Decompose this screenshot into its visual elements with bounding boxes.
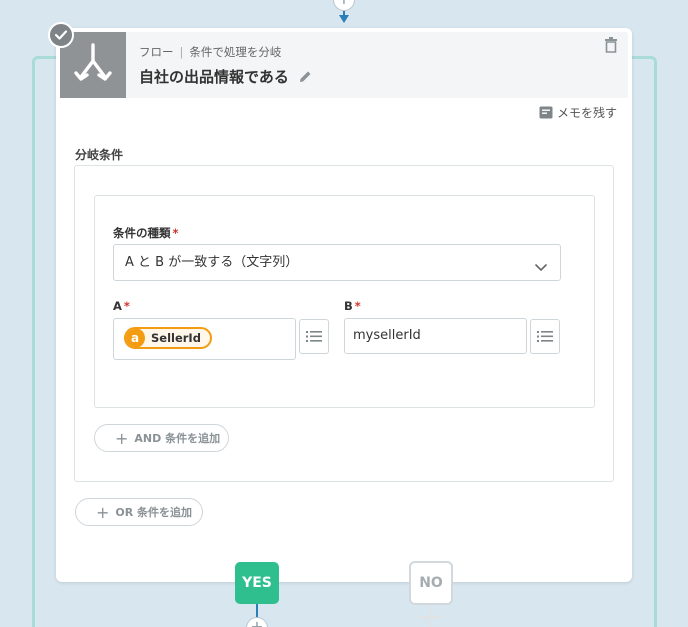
branch-condition-section-label: 分岐条件 xyxy=(75,148,124,162)
add-and-condition-button[interactable]: + AND 条件を追加 xyxy=(94,424,229,452)
no-branch-node[interactable]: NO xyxy=(409,561,453,605)
breadcrumb-parent: フロー xyxy=(139,45,174,59)
breadcrumb-separator: | xyxy=(179,45,184,59)
add-memo-label: メモを残す xyxy=(557,106,618,120)
breadcrumb: フロー | 条件で処理を分岐 xyxy=(139,44,281,60)
a-variable-list-button[interactable] xyxy=(299,319,329,354)
node-header xyxy=(60,32,628,98)
b-value-input[interactable]: mysellerId xyxy=(344,318,527,354)
variable-chip-sellerid[interactable]: a SellerId xyxy=(124,327,212,349)
pencil-icon[interactable] xyxy=(299,68,312,87)
required-mark: * xyxy=(172,226,179,240)
add-memo-button[interactable]: メモを残す xyxy=(539,104,617,121)
plus-icon: + xyxy=(115,428,129,448)
add-step-above-button[interactable]: + xyxy=(333,0,355,11)
add-and-condition-label: AND 条件を追加 xyxy=(134,432,221,445)
amazon-logo-icon: a xyxy=(126,329,145,347)
plus-icon: + xyxy=(96,502,110,522)
b-variable-list-button[interactable] xyxy=(530,319,560,354)
condition-type-select[interactable]: A と B が一致する（文字列） xyxy=(113,244,561,281)
a-field-label: A * xyxy=(113,299,130,313)
node-title: 自社の出品情報である xyxy=(139,68,289,86)
node-status-check-icon xyxy=(48,22,74,48)
required-mark: * xyxy=(123,299,130,313)
required-mark: * xyxy=(354,299,361,313)
chevron-down-icon[interactable] xyxy=(535,257,547,276)
memo-icon xyxy=(539,106,553,119)
breadcrumb-current: 条件で処理を分岐 xyxy=(189,45,282,59)
connector-arrow-icon xyxy=(339,15,349,23)
list-icon xyxy=(306,331,322,342)
add-or-condition-button[interactable]: + OR 条件を追加 xyxy=(75,498,203,526)
yes-connector-line xyxy=(256,604,258,618)
list-icon xyxy=(537,331,553,342)
yes-branch-node[interactable]: YES xyxy=(235,562,279,604)
no-connector-bar xyxy=(418,616,444,618)
trash-icon[interactable] xyxy=(604,37,618,57)
add-or-condition-label: OR 条件を追加 xyxy=(115,506,193,519)
variable-chip-label: SellerId xyxy=(151,331,201,345)
b-field-label: B * xyxy=(344,299,361,313)
condition-type-label: 条件の種類 * xyxy=(113,226,179,240)
